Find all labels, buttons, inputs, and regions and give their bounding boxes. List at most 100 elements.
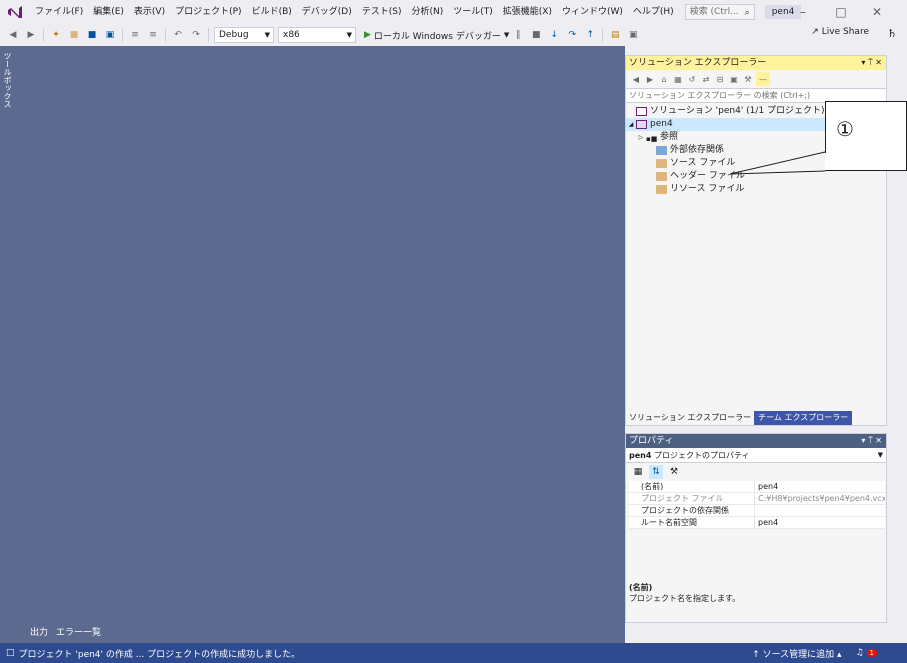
menu-file[interactable]: ファイル(F) bbox=[30, 0, 88, 24]
start-debugging-button[interactable]: ▶ ローカル Windows デバッガー ▼ bbox=[364, 29, 509, 42]
property-value[interactable] bbox=[754, 505, 885, 516]
pause-icon[interactable]: ‖ bbox=[511, 28, 525, 42]
switch-views-icon[interactable]: ▦ bbox=[672, 72, 684, 86]
home-icon[interactable]: ⌂ bbox=[658, 72, 670, 86]
menu-window[interactable]: ウィンドウ(W) bbox=[557, 0, 628, 24]
property-name: ルート名前空間 bbox=[641, 518, 697, 527]
tab-team-explorer[interactable]: チーム エクスプローラー bbox=[754, 411, 853, 425]
comment-icon[interactable]: ≡ bbox=[128, 28, 142, 42]
chevron-down-icon: ▼ bbox=[264, 31, 270, 39]
standard-toolbar: ◀ ▶ ✦ ■ ■ ▣ ≡ ≡ ↶ ↷ Debug ▼ x86 ▼ ▶ ローカル… bbox=[0, 24, 907, 46]
menu-bar: ファイル(F) 編集(E) 表示(V) プロジェクト(P) ビルド(B) デバッ… bbox=[0, 0, 907, 24]
back-icon[interactable]: ◀ bbox=[6, 28, 20, 42]
menu-debug[interactable]: デバッグ(D) bbox=[297, 0, 357, 24]
tree-label: pen4 bbox=[650, 119, 673, 129]
minimize-icon[interactable]: – bbox=[788, 0, 818, 24]
menu-analyze[interactable]: 分析(N) bbox=[406, 0, 448, 24]
toolbox-tab[interactable]: ツールボックス bbox=[0, 50, 13, 110]
tab-solution-explorer[interactable]: ソリューション エクスプローラー bbox=[626, 411, 755, 425]
undo-icon[interactable]: ↶ bbox=[171, 28, 185, 42]
expanded-arrow-icon[interactable]: ◢ bbox=[626, 118, 636, 131]
property-value[interactable]: C:¥H8¥projects¥pen4¥pen4.vcxproj bbox=[754, 493, 885, 504]
close-icon[interactable]: ✕ bbox=[862, 0, 892, 24]
references-icon: ▪■ bbox=[646, 135, 658, 143]
save-icon[interactable]: ■ bbox=[85, 28, 99, 42]
show-all-files-icon[interactable]: ▣ bbox=[728, 72, 740, 86]
property-value[interactable]: pen4 bbox=[754, 517, 885, 528]
bell-icon: ♫ bbox=[855, 648, 864, 658]
visual-studio-logo-icon bbox=[0, 0, 30, 24]
back-icon[interactable]: ◀ bbox=[630, 72, 642, 86]
property-row[interactable]: ルート名前空間 pen4 bbox=[629, 517, 885, 529]
collapsed-arrow-icon[interactable]: ▷ bbox=[636, 131, 646, 144]
property-row[interactable]: プロジェクトの依存関係 bbox=[629, 505, 885, 517]
menu-extensions[interactable]: 拡張機能(X) bbox=[498, 0, 557, 24]
property-pages-icon[interactable]: ⚒ bbox=[667, 465, 681, 479]
menu-build[interactable]: ビルド(B) bbox=[247, 0, 297, 24]
tab-error-list[interactable]: エラー一覧 bbox=[56, 625, 101, 638]
platform-value: x86 bbox=[283, 30, 300, 40]
solution-explorer-toolbar: ◀ ▶ ⌂ ▦ ↺ ⇄ ⊟ ▣ ⚒ — bbox=[626, 70, 886, 88]
menu-test[interactable]: テスト(S) bbox=[357, 0, 407, 24]
add-to-source-control-button[interactable]: ↑ ソース管理に追加 ▴ bbox=[752, 647, 841, 660]
property-description-title: (名前) bbox=[629, 583, 653, 592]
tab-output[interactable]: 出力 bbox=[30, 625, 48, 638]
solution-explorer-title: ソリューション エクスプローラー bbox=[629, 58, 767, 68]
save-all-icon[interactable]: ▣ bbox=[103, 28, 117, 42]
menu-edit[interactable]: 編集(E) bbox=[88, 0, 129, 24]
preview-icon[interactable]: — bbox=[756, 72, 770, 86]
panel-controls-icon[interactable]: ▾ ⍑ ✕ bbox=[861, 434, 882, 448]
step-out-icon[interactable]: ↑ bbox=[583, 28, 597, 42]
stop-icon[interactable]: ■ bbox=[529, 28, 543, 42]
menu-tools[interactable]: ツール(T) bbox=[448, 0, 498, 24]
tree-item-resource-files[interactable]: リソース ファイル bbox=[626, 183, 886, 196]
collapse-all-icon[interactable]: ⊟ bbox=[714, 72, 726, 86]
property-object-select[interactable]: pen4 プロジェクトのプロパティ ▼ bbox=[626, 448, 886, 463]
chevron-down-icon: ▼ bbox=[503, 31, 510, 39]
tree-label: ソリューション 'pen4' (1/1 プロジェクト) bbox=[650, 106, 825, 116]
open-file-icon[interactable]: ■ bbox=[67, 28, 81, 42]
properties-title-bar[interactable]: プロパティ ▾ ⍑ ✕ bbox=[626, 434, 886, 448]
live-share-button[interactable]: ↗ Live Share bbox=[811, 27, 869, 37]
menu-project[interactable]: プロジェクト(P) bbox=[170, 0, 246, 24]
toolbar-separator bbox=[602, 28, 604, 42]
feedback-icon[interactable]: ♄ bbox=[887, 27, 897, 40]
forward-icon[interactable]: ▶ bbox=[644, 72, 656, 86]
panel-controls-icon[interactable]: ▾ ⍑ ✕ bbox=[861, 56, 882, 70]
tree-label: 参照 bbox=[660, 132, 679, 142]
uncomment-icon[interactable]: ≡ bbox=[146, 28, 160, 42]
pending-changes-icon[interactable]: ↺ bbox=[686, 72, 698, 86]
tree-label: リソース ファイル bbox=[670, 184, 745, 194]
window-icon[interactable]: ▣ bbox=[626, 28, 640, 42]
project-icon bbox=[636, 120, 647, 129]
alphabetical-icon[interactable]: ⇅ bbox=[649, 465, 663, 479]
property-object-name: pen4 bbox=[629, 451, 652, 460]
search-placeholder: 検索 (Ctrl... bbox=[689, 7, 739, 17]
menu-view[interactable]: 表示(V) bbox=[129, 0, 170, 24]
maximize-icon[interactable]: □ bbox=[826, 0, 856, 24]
notifications-button[interactable]: ♫ 1 bbox=[856, 648, 877, 658]
property-value[interactable]: pen4 bbox=[754, 481, 885, 492]
find-in-files-icon[interactable]: ▤ bbox=[608, 28, 622, 42]
configuration-select[interactable]: Debug ▼ bbox=[214, 27, 274, 43]
forward-icon[interactable]: ▶ bbox=[24, 28, 38, 42]
status-text: プロジェクト 'pen4' の作成 ... プロジェクトの作成に成功しました。 bbox=[18, 649, 301, 660]
menu-help[interactable]: ヘルプ(H) bbox=[628, 0, 679, 24]
chevron-up-icon: ▴ bbox=[837, 649, 842, 660]
categorized-icon[interactable]: ▦ bbox=[631, 465, 645, 479]
property-name: プロジェクト ファイル bbox=[641, 494, 724, 503]
external-dependencies-icon bbox=[656, 146, 667, 155]
property-name: (名前) bbox=[641, 482, 664, 491]
properties-icon[interactable]: ⚒ bbox=[742, 72, 754, 86]
redo-icon[interactable]: ↷ bbox=[189, 28, 203, 42]
status-message: □ プロジェクト 'pen4' の作成 ... プロジェクトの作成に成功しました… bbox=[6, 647, 300, 660]
step-over-icon[interactable]: ↷ bbox=[565, 28, 579, 42]
platform-select[interactable]: x86 ▼ bbox=[278, 27, 356, 43]
new-project-icon[interactable]: ✦ bbox=[49, 28, 63, 42]
search-input[interactable]: 検索 (Ctrl... ⌕ bbox=[684, 4, 755, 20]
solution-explorer-title-bar[interactable]: ソリューション エクスプローラー ▾ ⍑ ✕ bbox=[626, 56, 886, 70]
property-row[interactable]: (名前) pen4 bbox=[629, 481, 885, 493]
step-into-icon[interactable]: ↓ bbox=[547, 28, 561, 42]
property-row[interactable]: プロジェクト ファイル C:¥H8¥projects¥pen4¥pen4.vcx… bbox=[629, 493, 885, 505]
sync-icon[interactable]: ⇄ bbox=[700, 72, 712, 86]
